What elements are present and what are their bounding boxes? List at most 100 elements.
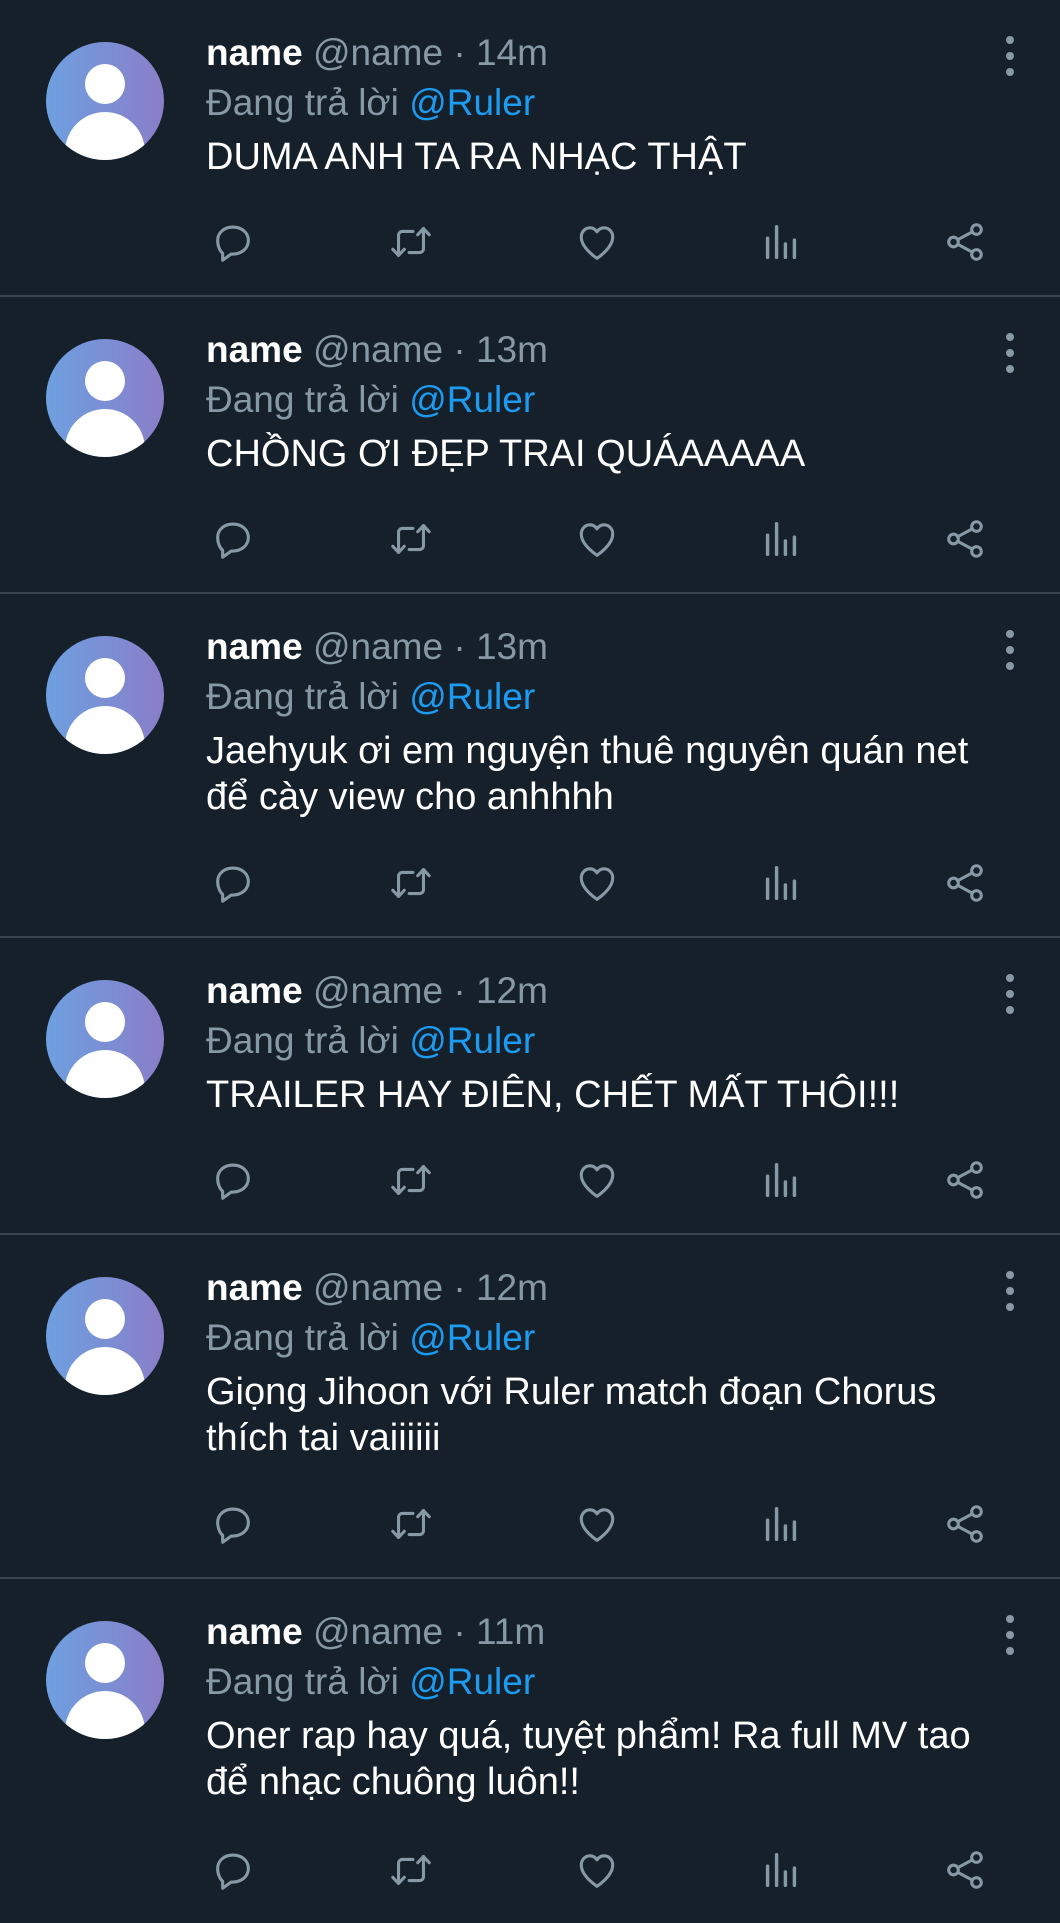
default-avatar-icon[interactable] — [46, 636, 164, 754]
tweet-item[interactable]: name @name · 12m Đang trả lời @Ruler TRA… — [0, 938, 1060, 1235]
views-button[interactable] — [756, 217, 806, 267]
views-button[interactable] — [756, 1155, 806, 1205]
retweet-button[interactable] — [386, 1155, 436, 1205]
user-handle[interactable]: @name — [313, 329, 443, 370]
display-name[interactable]: name — [206, 1611, 303, 1652]
user-handle[interactable]: @name — [313, 626, 443, 667]
share-button[interactable] — [940, 1845, 990, 1895]
timestamp[interactable]: 12m — [476, 1267, 548, 1308]
retweet-icon — [391, 1165, 431, 1195]
reply-button[interactable] — [208, 1499, 258, 1549]
share-button[interactable] — [940, 858, 990, 908]
tweet-content: name @name · 13m Đang trả lời @Ruler CHỒ… — [206, 325, 1030, 477]
retweet-button[interactable] — [386, 1845, 436, 1895]
timestamp[interactable]: 12m — [476, 970, 548, 1011]
like-button[interactable] — [572, 514, 622, 564]
reply-button[interactable] — [208, 858, 258, 908]
tweet-item[interactable]: name @name · 11m Đang trả lời @Ruler One… — [0, 1579, 1060, 1923]
reply-prefix: Đang trả lời — [206, 379, 399, 420]
retweet-button[interactable] — [386, 514, 436, 564]
tweet-content: name @name · 12m Đang trả lời @Ruler Giọ… — [206, 1263, 1030, 1461]
like-button[interactable] — [572, 1845, 622, 1895]
reply-prefix: Đang trả lời — [206, 82, 399, 123]
tweet-text: Jaehyuk ơi em nguyện thuê nguyên quán ne… — [206, 730, 969, 818]
share-button[interactable] — [940, 1499, 990, 1549]
timestamp[interactable]: 13m — [476, 329, 548, 370]
tweet-item[interactable]: name @name · 14m Đang trả lời @Ruler DUM… — [0, 0, 1060, 297]
tweet-content: name @name · 12m Đang trả lời @Ruler TRA… — [206, 966, 1030, 1118]
display-name[interactable]: name — [206, 32, 303, 73]
speech-bubble-icon — [216, 522, 250, 559]
user-handle[interactable]: @name — [313, 1267, 443, 1308]
speech-bubble-icon — [216, 1163, 250, 1200]
timestamp[interactable]: 11m — [476, 1611, 545, 1652]
display-name[interactable]: name — [206, 1267, 303, 1308]
views-button[interactable] — [756, 858, 806, 908]
tweet-text: CHỒNG ƠI ĐẸP TRAI QUÁAAAAA — [206, 433, 806, 475]
action-bar — [206, 217, 998, 267]
vertical-ellipsis-icon[interactable] — [1004, 333, 1016, 373]
retweet-button[interactable] — [386, 1499, 436, 1549]
share-nodes-icon — [947, 223, 983, 261]
retweet-icon — [391, 524, 431, 554]
tweet-item[interactable]: name @name · 13m Đang trả lời @Ruler CHỒ… — [0, 297, 1060, 594]
bar-chart-icon — [765, 1852, 797, 1888]
bar-chart-icon — [765, 521, 797, 557]
heart-icon — [579, 1164, 615, 1198]
like-button[interactable] — [572, 217, 622, 267]
bar-chart-icon — [765, 224, 797, 260]
display-name[interactable]: name — [206, 329, 303, 370]
separator-dot: · — [453, 1611, 466, 1652]
vertical-ellipsis-icon[interactable] — [1004, 630, 1016, 670]
reply-button[interactable] — [208, 1155, 258, 1205]
mention-link[interactable]: @Ruler — [409, 1317, 535, 1358]
tweet-text: TRAILER HAY ĐIÊN, CHẾT MẤT THÔI!!! — [206, 1074, 900, 1116]
views-button[interactable] — [756, 1845, 806, 1895]
default-avatar-icon[interactable] — [46, 42, 164, 160]
separator-dot: · — [453, 32, 466, 73]
share-button[interactable] — [940, 1155, 990, 1205]
mention-link[interactable]: @Ruler — [409, 1661, 535, 1702]
reply-button[interactable] — [208, 1845, 258, 1895]
mention-link[interactable]: @Ruler — [409, 676, 535, 717]
views-button[interactable] — [756, 1499, 806, 1549]
tweet-item[interactable]: name @name · 12m Đang trả lời @Ruler Giọ… — [0, 1235, 1060, 1579]
views-button[interactable] — [756, 514, 806, 564]
vertical-ellipsis-icon[interactable] — [1004, 974, 1016, 1014]
default-avatar-icon[interactable] — [46, 1621, 164, 1739]
reply-button[interactable] — [208, 514, 258, 564]
retweet-button[interactable] — [386, 858, 436, 908]
speech-bubble-icon — [216, 1507, 250, 1544]
timestamp[interactable]: 14m — [476, 32, 548, 73]
default-avatar-icon[interactable] — [46, 980, 164, 1098]
timestamp[interactable]: 13m — [476, 626, 548, 667]
share-button[interactable] — [940, 514, 990, 564]
share-button[interactable] — [940, 217, 990, 267]
vertical-ellipsis-icon[interactable] — [1004, 1615, 1016, 1655]
like-button[interactable] — [572, 1499, 622, 1549]
user-handle[interactable]: @name — [313, 1611, 443, 1652]
mention-link[interactable]: @Ruler — [409, 379, 535, 420]
vertical-ellipsis-icon[interactable] — [1004, 36, 1016, 76]
like-button[interactable] — [572, 858, 622, 908]
mention-link[interactable]: @Ruler — [409, 1020, 535, 1061]
like-button[interactable] — [572, 1155, 622, 1205]
user-handle[interactable]: @name — [313, 32, 443, 73]
heart-icon — [579, 1508, 615, 1542]
mention-link[interactable]: @Ruler — [409, 82, 535, 123]
default-avatar-icon[interactable] — [46, 1277, 164, 1395]
user-handle[interactable]: @name — [313, 970, 443, 1011]
tweet-header: name @name · 13m — [206, 325, 1030, 375]
retweet-button[interactable] — [386, 217, 436, 267]
vertical-ellipsis-icon[interactable] — [1004, 1271, 1016, 1311]
separator-dot: · — [453, 626, 466, 667]
tweet-content: name @name · 13m Đang trả lời @Ruler Jae… — [206, 622, 1030, 820]
default-avatar-icon[interactable] — [46, 339, 164, 457]
bar-chart-icon — [765, 1506, 797, 1542]
tweet-header: name @name · 12m — [206, 1263, 1030, 1313]
display-name[interactable]: name — [206, 626, 303, 667]
tweet-item[interactable]: name @name · 13m Đang trả lời @Ruler Jae… — [0, 594, 1060, 938]
tweet-text: Giọng Jihoon với Ruler match đoạn Chorus… — [206, 1371, 937, 1459]
reply-button[interactable] — [208, 217, 258, 267]
display-name[interactable]: name — [206, 970, 303, 1011]
